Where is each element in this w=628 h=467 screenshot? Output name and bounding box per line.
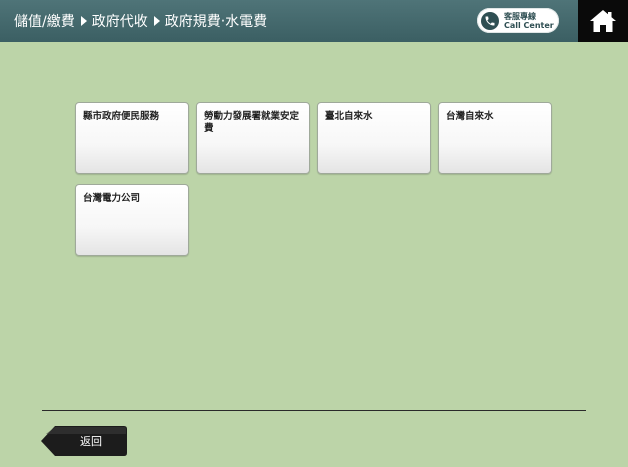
tile-label: 台灣自來水	[446, 111, 494, 122]
call-center-text: 客服專線 Call Center	[504, 12, 554, 30]
tile-label: 臺北自來水	[325, 111, 373, 122]
breadcrumb-separator-icon	[80, 16, 87, 26]
tile-taipei-water[interactable]: 臺北自來水	[317, 102, 431, 174]
breadcrumb-item-topup-payment[interactable]: 儲值/繳費	[14, 11, 75, 31]
breadcrumb-separator-icon	[153, 16, 160, 26]
tile-taiwan-power[interactable]: 台灣電力公司	[75, 184, 189, 256]
home-button[interactable]	[578, 0, 628, 42]
tile-taiwan-water[interactable]: 台灣自來水	[438, 102, 552, 174]
tile-employment-stabilization-fee[interactable]: 勞動力發展署就業安定費	[196, 102, 310, 174]
call-center-button[interactable]: 客服專線 Call Center	[477, 8, 559, 33]
breadcrumb-item-current: 政府規費‧水電費	[164, 14, 268, 30]
call-center-label-zh: 客服專線	[504, 11, 536, 21]
tile-label: 縣市政府便民服務	[83, 111, 160, 122]
tile-label: 勞動力發展署就業安定費	[204, 111, 300, 134]
header-bar: 儲值/繳費 政府代收 政府規費‧水電費 客服專線 Call Center	[0, 0, 628, 42]
back-button[interactable]: 返回	[41, 426, 127, 456]
home-icon	[590, 10, 616, 32]
tile-label: 台灣電力公司	[83, 193, 141, 204]
breadcrumb-item-government[interactable]: 政府代收	[92, 11, 148, 31]
call-center-label-en: Call Center	[504, 20, 554, 30]
phone-icon	[481, 11, 499, 30]
back-button-label: 返回	[80, 435, 102, 448]
footer-divider	[42, 410, 586, 411]
breadcrumb: 儲值/繳費 政府代收 政府規費‧水電費	[0, 0, 267, 42]
tile-county-government-services[interactable]: 縣市政府便民服務	[75, 102, 189, 174]
